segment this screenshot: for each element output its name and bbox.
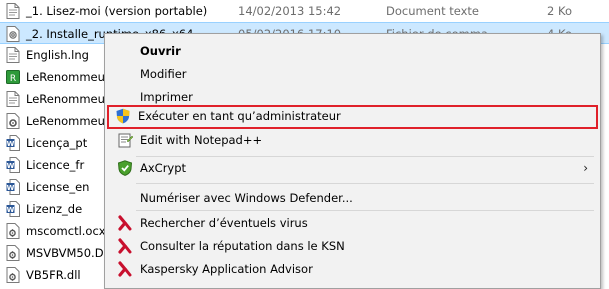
- app-icon: R: [6, 69, 20, 85]
- file-name: LeRenommeur: [26, 114, 110, 128]
- menu-item-label: Ouvrir: [140, 44, 181, 58]
- menu-item-numeriser-avec-windows-defender[interactable]: Numériser avec Windows Defender...: [109, 187, 596, 209]
- file-row[interactable]: _1. Lisez-moi (version portable) 14/02/20…: [0, 0, 609, 22]
- menu-separator: [136, 210, 594, 211]
- kaspersky-icon: [117, 215, 133, 231]
- file-date: 14/02/2013 15:42: [238, 4, 342, 18]
- word-file-icon: W: [6, 179, 20, 195]
- system-file-icon: [6, 267, 20, 283]
- word-file-icon: W: [6, 201, 20, 217]
- svg-text:W: W: [7, 184, 15, 192]
- menu-item-modifier[interactable]: Modifier: [109, 63, 596, 85]
- menu-item-axcrypt[interactable]: AxCrypt ›: [109, 157, 596, 179]
- menu-item-ouvrir[interactable]: Ouvrir: [109, 40, 596, 62]
- text-file-icon: [6, 47, 20, 63]
- uac-shield-icon: [115, 108, 131, 124]
- file-name: VB5FR.dll: [26, 268, 81, 282]
- menu-item-label: Kaspersky Application Advisor: [140, 262, 313, 276]
- menu-item-rechercher-d-eventuels-virus[interactable]: Rechercher d’éventuels virus: [109, 212, 596, 234]
- file-name: mscomctl.ocx: [26, 224, 106, 238]
- menu-item-label: Exécuter en tant qu’administrateur: [138, 109, 341, 123]
- batch-file-icon: [6, 26, 20, 42]
- menu-item-executer-en-tant-qu-administrateur[interactable]: Exécuter en tant qu’administrateur: [107, 105, 598, 129]
- file-name: LeRenommeur: [26, 92, 110, 106]
- word-file-icon: W: [6, 135, 20, 151]
- menu-item-label: Rechercher d’éventuels virus: [140, 216, 308, 230]
- menu-item-label: Imprimer: [140, 90, 193, 104]
- file-name: MSVBVM50.DL: [26, 246, 110, 260]
- file-name: English.lng: [26, 48, 89, 62]
- settings-file-icon: [6, 113, 20, 129]
- text-file-icon: [6, 3, 20, 19]
- menu-item-label: Numériser avec Windows Defender...: [140, 191, 353, 205]
- file-size: 2 Ko: [547, 4, 572, 18]
- file-name: License_en: [26, 180, 90, 194]
- system-file-icon: [6, 245, 20, 261]
- file-name: Licença_pt: [26, 136, 88, 150]
- menu-item-consulter-la-reputation-dans-le-ksn[interactable]: Consulter la réputation dans le KSN: [109, 235, 596, 257]
- file-name: _1. Lisez-moi (version portable): [26, 4, 208, 18]
- menu-item-label: AxCrypt: [140, 161, 187, 175]
- notepad-plus-plus-icon: [117, 132, 134, 148]
- context-menu: Ouvrir Modifier Imprimer Exécuter en tant q…: [104, 33, 601, 289]
- menu-item-label: Consulter la réputation dans le KSN: [140, 239, 345, 253]
- word-file-icon: W: [6, 157, 20, 173]
- menu-item-edit-with-notepad[interactable]: Edit with Notepad++: [109, 129, 596, 151]
- menu-item-kaspersky-application-advisor[interactable]: Kaspersky Application Advisor: [109, 258, 596, 280]
- svg-text:R: R: [10, 74, 16, 84]
- kaspersky-icon: [117, 238, 133, 254]
- file-name: Licence_fr: [26, 158, 85, 172]
- system-file-icon: [6, 223, 20, 239]
- axcrypt-icon: [117, 160, 133, 176]
- file-name: LeRenommeur: [26, 70, 110, 84]
- svg-text:W: W: [7, 206, 15, 214]
- menu-item-label: Edit with Notepad++: [140, 133, 263, 147]
- kaspersky-icon: [117, 261, 133, 277]
- file-type: Document texte: [386, 4, 480, 18]
- svg-text:W: W: [7, 162, 15, 170]
- chevron-right-icon: ›: [583, 161, 588, 175]
- menu-item-label: Modifier: [140, 67, 187, 81]
- text-file-icon: [6, 91, 20, 107]
- svg-text:W: W: [7, 140, 15, 148]
- file-name: Lizenz_de: [26, 202, 83, 216]
- menu-separator: [136, 183, 594, 184]
